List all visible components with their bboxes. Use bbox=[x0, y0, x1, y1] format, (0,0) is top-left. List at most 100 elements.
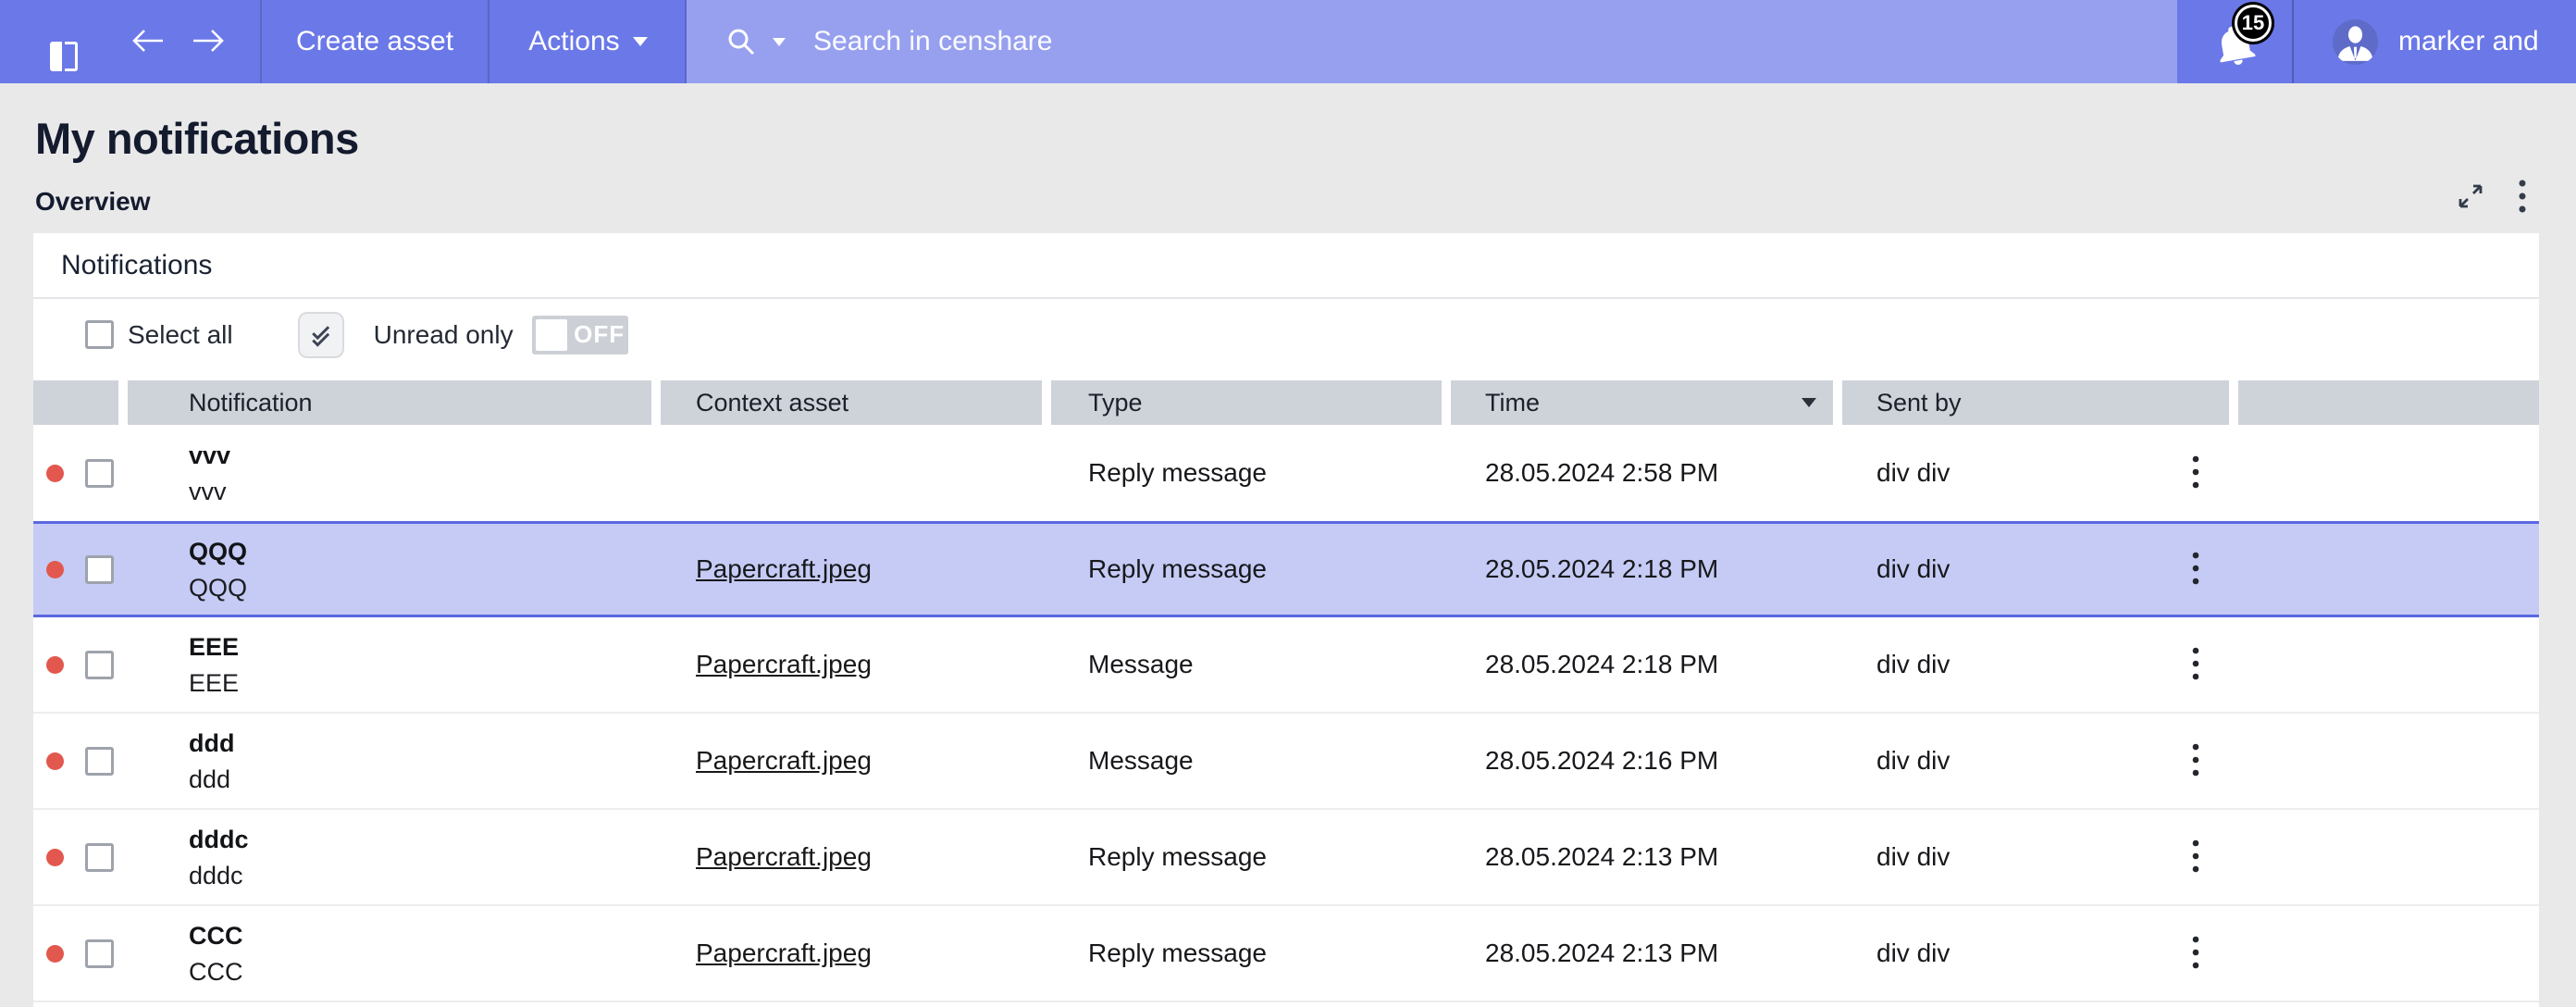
row-time-cell: 28.05.2024 2:16 PM bbox=[1451, 714, 1833, 808]
user-icon bbox=[2333, 19, 2378, 65]
unread-only-label: Unread only bbox=[374, 320, 514, 350]
row-menu-button[interactable] bbox=[2188, 547, 2203, 591]
row-checkbox[interactable] bbox=[85, 555, 114, 584]
row-sent-by-cell: div div bbox=[1842, 906, 2229, 1001]
actions-button[interactable]: Actions bbox=[528, 26, 619, 57]
column-header-time[interactable]: Time bbox=[1451, 380, 1833, 425]
search-icon[interactable] bbox=[726, 27, 756, 56]
search-scope-chevron-icon[interactable] bbox=[773, 38, 786, 46]
column-header-notification[interactable]: Notification bbox=[128, 380, 651, 425]
row-notification-cell: EEE EEE bbox=[128, 617, 651, 712]
row-type-cell: Reply message bbox=[1051, 906, 1442, 1001]
context-asset-link[interactable]: Papercraft.jpeg bbox=[696, 746, 872, 776]
row-time-cell: 28.05.2024 2:18 PM bbox=[1451, 524, 1833, 615]
unread-indicator bbox=[46, 849, 64, 866]
arrow-right-icon bbox=[190, 26, 227, 56]
row-context-asset-cell: Papercraft.jpeg bbox=[661, 906, 1042, 1001]
select-all-checkbox[interactable] bbox=[85, 320, 114, 349]
notification-title: QQQ bbox=[189, 538, 247, 566]
context-asset-link[interactable]: Papercraft.jpeg bbox=[696, 650, 872, 679]
kebab-menu-icon bbox=[2519, 180, 2526, 213]
forward-button[interactable] bbox=[190, 26, 227, 58]
top-bar: Create asset Actions 15 marker and bbox=[0, 0, 2576, 83]
row-sent-by-cell: div div bbox=[1842, 714, 2229, 808]
column-header-select bbox=[33, 380, 118, 425]
context-asset-link[interactable]: Papercraft.jpeg bbox=[696, 842, 872, 872]
row-time-cell: 28.05.2024 2:13 PM bbox=[1451, 906, 1833, 1001]
row-context-asset-cell: Papercraft.jpeg bbox=[661, 524, 1042, 615]
column-header-sent-by[interactable]: Sent by bbox=[1842, 380, 2229, 425]
search-input[interactable] bbox=[813, 26, 1646, 57]
notification-row[interactable]: QQQ QQQ Papercraft.jpeg Reply message 28… bbox=[33, 521, 2539, 617]
row-checkbox[interactable] bbox=[85, 843, 114, 872]
notification-title: dddc bbox=[189, 826, 249, 853]
row-type-cell: Reply message bbox=[1051, 425, 1442, 521]
context-asset-link[interactable]: Papercraft.jpeg bbox=[696, 939, 872, 968]
notification-row[interactable]: EEE EEE Papercraft.jpeg Message 28.05.20… bbox=[33, 617, 2539, 714]
row-menu-button[interactable] bbox=[2188, 835, 2203, 879]
kebab-menu-icon bbox=[2192, 454, 2199, 491]
row-checkbox[interactable] bbox=[85, 939, 114, 968]
row-menu-button[interactable] bbox=[2188, 451, 2203, 495]
row-menu-button[interactable] bbox=[2188, 739, 2203, 783]
row-spacer-cell bbox=[2238, 714, 2539, 808]
context-asset-link[interactable]: Papercraft.jpeg bbox=[696, 554, 872, 584]
user-menu[interactable]: marker and bbox=[2294, 0, 2576, 83]
row-menu-button[interactable] bbox=[2188, 642, 2203, 687]
row-notification-cell: CCC CCC bbox=[128, 906, 651, 1001]
unread-indicator bbox=[46, 752, 64, 770]
widget-title: Notifications bbox=[61, 250, 212, 281]
arrow-left-icon bbox=[130, 26, 167, 56]
unread-indicator bbox=[46, 561, 64, 578]
sent-by-value: div div bbox=[1876, 842, 1950, 872]
notifications-widget: Notifications Select all Unread only OFF… bbox=[33, 233, 2539, 1007]
column-header-type[interactable]: Type bbox=[1051, 380, 1442, 425]
notification-subtitle: ddd bbox=[189, 765, 230, 793]
notification-title: vvv bbox=[189, 441, 230, 469]
notification-row[interactable]: dddc dddc Papercraft.jpeg Reply message … bbox=[33, 810, 2539, 906]
row-checkbox[interactable] bbox=[85, 747, 114, 776]
sent-by-value: div div bbox=[1876, 746, 1950, 776]
notification-row[interactable]: ddd ddd Papercraft.jpeg Message 28.05.20… bbox=[33, 714, 2539, 810]
row-checkbox[interactable] bbox=[85, 651, 114, 679]
list-controls: Select all Unread only OFF bbox=[33, 299, 2539, 370]
mark-all-read-button[interactable] bbox=[298, 312, 344, 358]
row-checkbox[interactable] bbox=[85, 459, 114, 488]
notification-title: ddd bbox=[189, 729, 234, 757]
row-type-cell: Reply message bbox=[1051, 524, 1442, 615]
toggle-knob bbox=[536, 319, 567, 351]
notification-row[interactable]: vvv vvv Reply message 28.05.2024 2:58 PM… bbox=[33, 425, 2539, 521]
expand-widget-button[interactable] bbox=[2456, 181, 2485, 211]
widget-header: Notifications bbox=[33, 233, 2539, 299]
notification-subtitle: EEE bbox=[189, 669, 239, 697]
widget-menu-button[interactable] bbox=[2519, 180, 2526, 213]
row-spacer-cell bbox=[2238, 425, 2539, 521]
row-notification-cell: vvv vvv bbox=[128, 425, 651, 521]
notification-subtitle: QQQ bbox=[189, 574, 247, 602]
notification-subtitle: vvv bbox=[189, 478, 227, 505]
kebab-menu-icon bbox=[2192, 551, 2199, 588]
row-context-asset-cell: Papercraft.jpeg bbox=[661, 714, 1042, 808]
kebab-menu-icon bbox=[2192, 646, 2199, 683]
kebab-menu-icon bbox=[2192, 935, 2199, 972]
row-select-cell bbox=[33, 617, 118, 712]
row-type-cell: Message bbox=[1051, 714, 1442, 808]
notifications-bell-button[interactable]: 15 bbox=[2177, 0, 2294, 83]
kebab-menu-icon bbox=[2192, 742, 2199, 779]
row-notification-cell: QQQ QQQ bbox=[128, 524, 651, 615]
row-context-asset-cell: Papercraft.jpeg bbox=[661, 617, 1042, 712]
row-select-cell bbox=[33, 524, 118, 615]
back-button[interactable] bbox=[130, 26, 167, 58]
column-header-context-asset[interactable]: Context asset bbox=[661, 380, 1042, 425]
user-name: marker and bbox=[2398, 26, 2539, 57]
row-select-cell bbox=[33, 906, 118, 1001]
search-bar bbox=[687, 0, 2177, 83]
row-time-cell: 28.05.2024 2:58 PM bbox=[1451, 425, 1833, 521]
toggle-state-label: OFF bbox=[571, 316, 628, 354]
row-menu-button[interactable] bbox=[2188, 931, 2203, 976]
unread-only-toggle[interactable]: OFF bbox=[532, 316, 628, 354]
row-sent-by-cell: div div bbox=[1842, 617, 2229, 712]
page-content: My notifications Overview Notifications … bbox=[0, 83, 2576, 1007]
create-asset-button[interactable]: Create asset bbox=[296, 26, 453, 57]
notification-row[interactable]: CCC CCC Papercraft.jpeg Reply message 28… bbox=[33, 906, 2539, 1002]
